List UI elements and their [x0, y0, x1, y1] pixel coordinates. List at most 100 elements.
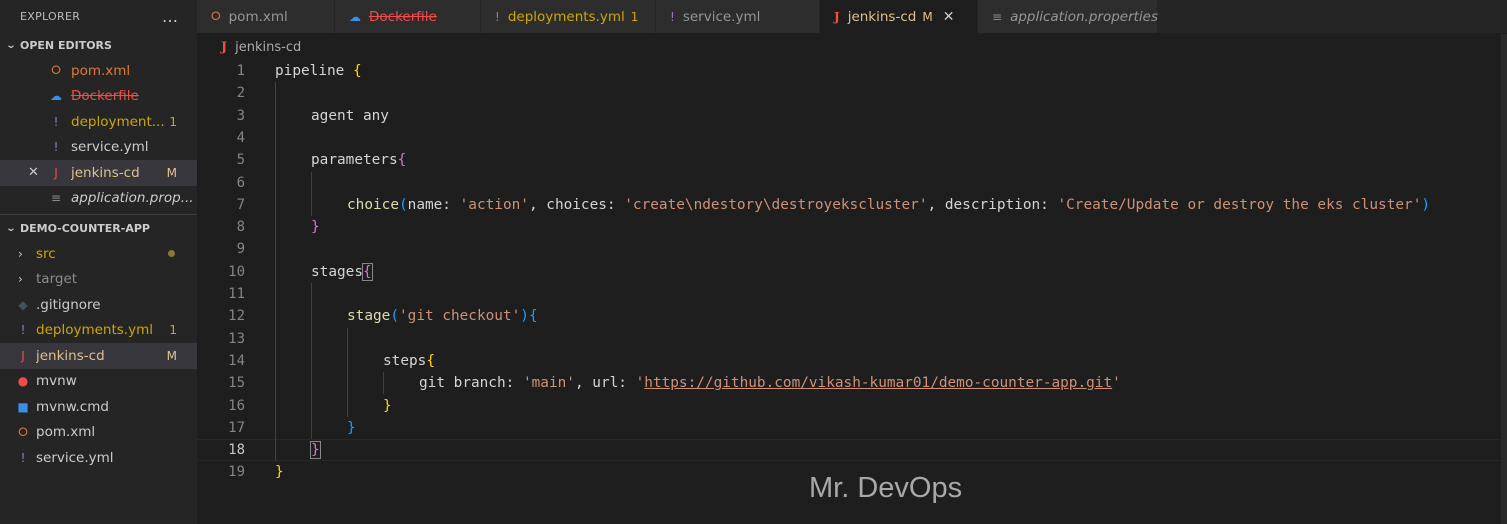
file-name: pom.xml [36, 424, 96, 441]
file-item[interactable]: ! service.yml [0, 445, 197, 471]
project-header[interactable]: ⌄ DEMO-COUNTER-APP [0, 215, 197, 241]
code-token: stages [311, 263, 363, 280]
line-number: 5 [236, 152, 245, 169]
more-actions-icon[interactable]: … [162, 7, 179, 26]
project-label: DEMO-COUNTER-APP [20, 221, 150, 235]
code-line[interactable]: 10 stages{ [197, 261, 1507, 283]
open-editor-item[interactable]: ✕ Jjenkins-cd M [0, 160, 197, 186]
code-token: 'Create/Update or destroy the eks cluste… [1057, 196, 1422, 213]
code-token: ' [635, 375, 645, 392]
code-token: https://github.com/vikash-kumar01/demo-c… [644, 375, 1113, 392]
folder-item[interactable]: › target [0, 267, 197, 293]
open-editor-item[interactable]: ≡ application.prop... [0, 186, 197, 212]
code-token: , description: [927, 196, 1058, 213]
explorer-sidebar: EXPLORER … ⌄ OPEN EDITORS ⭘ pom.xml ☁ Docke… [0, 0, 197, 524]
code-token: } [275, 464, 284, 481]
code-token: , choices: [528, 196, 625, 213]
code-line[interactable]: 3 agent any [197, 105, 1507, 127]
code-token: ) [520, 308, 529, 325]
folder-item[interactable]: › src [0, 241, 197, 267]
file-name: jenkins-cd [36, 347, 105, 364]
code-token: git branch: [419, 375, 523, 392]
close-icon[interactable]: ✕ [28, 165, 39, 180]
open-editor-item[interactable]: ! deployment... 1 [0, 109, 197, 135]
scrollbar[interactable] [1501, 34, 1507, 524]
file-name: .gitignore [36, 296, 101, 313]
file-item[interactable]: ⭘ pom.xml [0, 420, 197, 446]
open-editor-item[interactable]: ⭘ pom.xml [0, 58, 197, 84]
line-number: 16 [228, 397, 245, 414]
git-icon: ◆ [18, 297, 28, 312]
status-badge: M [166, 348, 177, 363]
indent-guide [311, 283, 312, 440]
tab-deployments-yml[interactable]: ! deployments.yml 1 [481, 0, 656, 33]
file-item[interactable]: ◆ .gitignore [0, 292, 197, 318]
code-token: { [362, 262, 373, 281]
line-number: 12 [228, 308, 245, 325]
code-line[interactable]: 15 git branch: 'main', url: 'https://gith… [197, 372, 1507, 394]
code-text: } [347, 420, 356, 436]
code-token: } [310, 441, 321, 460]
file-name: mvnw.cmd [36, 398, 109, 415]
indent-guide [347, 327, 348, 417]
close-icon[interactable]: ✕ [943, 9, 955, 25]
tab-application-properties[interactable]: ≡ application.properties [978, 0, 1158, 33]
yaml-icon: ! [53, 140, 59, 155]
code-line[interactable]: 1 pipeline { [197, 60, 1507, 82]
code-line[interactable]: 13 [197, 328, 1507, 350]
yaml-icon: ! [670, 9, 675, 24]
code-line[interactable]: 2 [197, 82, 1507, 104]
file-item[interactable]: ■ mvnw.cmd [0, 394, 197, 420]
open-editor-item[interactable]: ☁ Dockerfile [0, 84, 197, 110]
tab-label: jenkins-cd [847, 8, 917, 25]
jenkins-icon: J [834, 9, 840, 24]
jenkins-icon: J [21, 348, 25, 363]
code-line[interactable]: 18} [197, 439, 1507, 462]
code-line[interactable]: 4 [197, 127, 1507, 149]
tab-pom-xml[interactable]: ⭘ pom.xml [197, 0, 335, 33]
code-token: ' [1112, 375, 1121, 392]
code-line[interactable]: 11 [197, 283, 1507, 305]
code-token: 'main' [522, 375, 575, 392]
tab-dockerfile[interactable]: ☁ Dockerfile [335, 0, 481, 33]
status-badge: M [922, 9, 933, 24]
tab-service-yml[interactable]: ! service.yml [656, 0, 820, 33]
line-number: 9 [236, 241, 245, 258]
code-line[interactable]: 16} [197, 395, 1507, 417]
code-text: agent any [311, 108, 389, 124]
code-line[interactable]: 5 parameters{ [197, 149, 1507, 171]
file-item[interactable]: Jjenkins-cd M [0, 343, 197, 369]
line-number: 8 [236, 219, 245, 236]
code-token: { [397, 152, 407, 169]
code-token: } [383, 397, 392, 414]
open-editor-item[interactable]: ! service.yml [0, 135, 197, 161]
file-item[interactable]: ! deployments.yml 1 [0, 318, 197, 344]
breadcrumb-file[interactable]: jenkins-cd [235, 40, 301, 55]
code-line[interactable]: 8} [197, 216, 1507, 238]
code-token: } [311, 219, 320, 236]
code-line[interactable]: 7 choice(name: 'action', choices: 'create… [197, 194, 1507, 216]
code-line[interactable]: 6 [197, 172, 1507, 194]
chevron-down-icon: ⌄ [5, 39, 17, 51]
chevron-right-icon: › [18, 246, 23, 261]
code-text: pipeline { [275, 63, 362, 79]
code-line[interactable]: 9 [197, 238, 1507, 260]
code-line[interactable]: 12 stage('git checkout'){ [197, 305, 1507, 327]
line-number: 1 [236, 63, 245, 79]
code-token: { [528, 308, 538, 325]
code-text: } [311, 219, 320, 235]
line-number: 11 [228, 286, 245, 302]
indent-guide [311, 171, 312, 217]
code-line[interactable]: 17} [197, 417, 1507, 439]
code-token: { [352, 63, 362, 79]
line-number: 18 [228, 442, 245, 459]
watermark: Mr. DevOps [809, 472, 963, 504]
code-editor[interactable]: I 1pipeline {23agent any45parameters{67c… [197, 60, 1507, 524]
open-editors-header[interactable]: ⌄ OPEN EDITORS [0, 32, 197, 58]
code-token: 'action' [459, 196, 529, 213]
file-item[interactable]: ● mvnw [0, 369, 197, 395]
code-token: pipeline [275, 63, 353, 79]
code-line[interactable]: 14 steps{ [197, 350, 1507, 372]
line-number: 4 [236, 129, 245, 146]
tab-jenkins-cd[interactable]: Jjenkins-cd M ✕ [820, 0, 978, 33]
